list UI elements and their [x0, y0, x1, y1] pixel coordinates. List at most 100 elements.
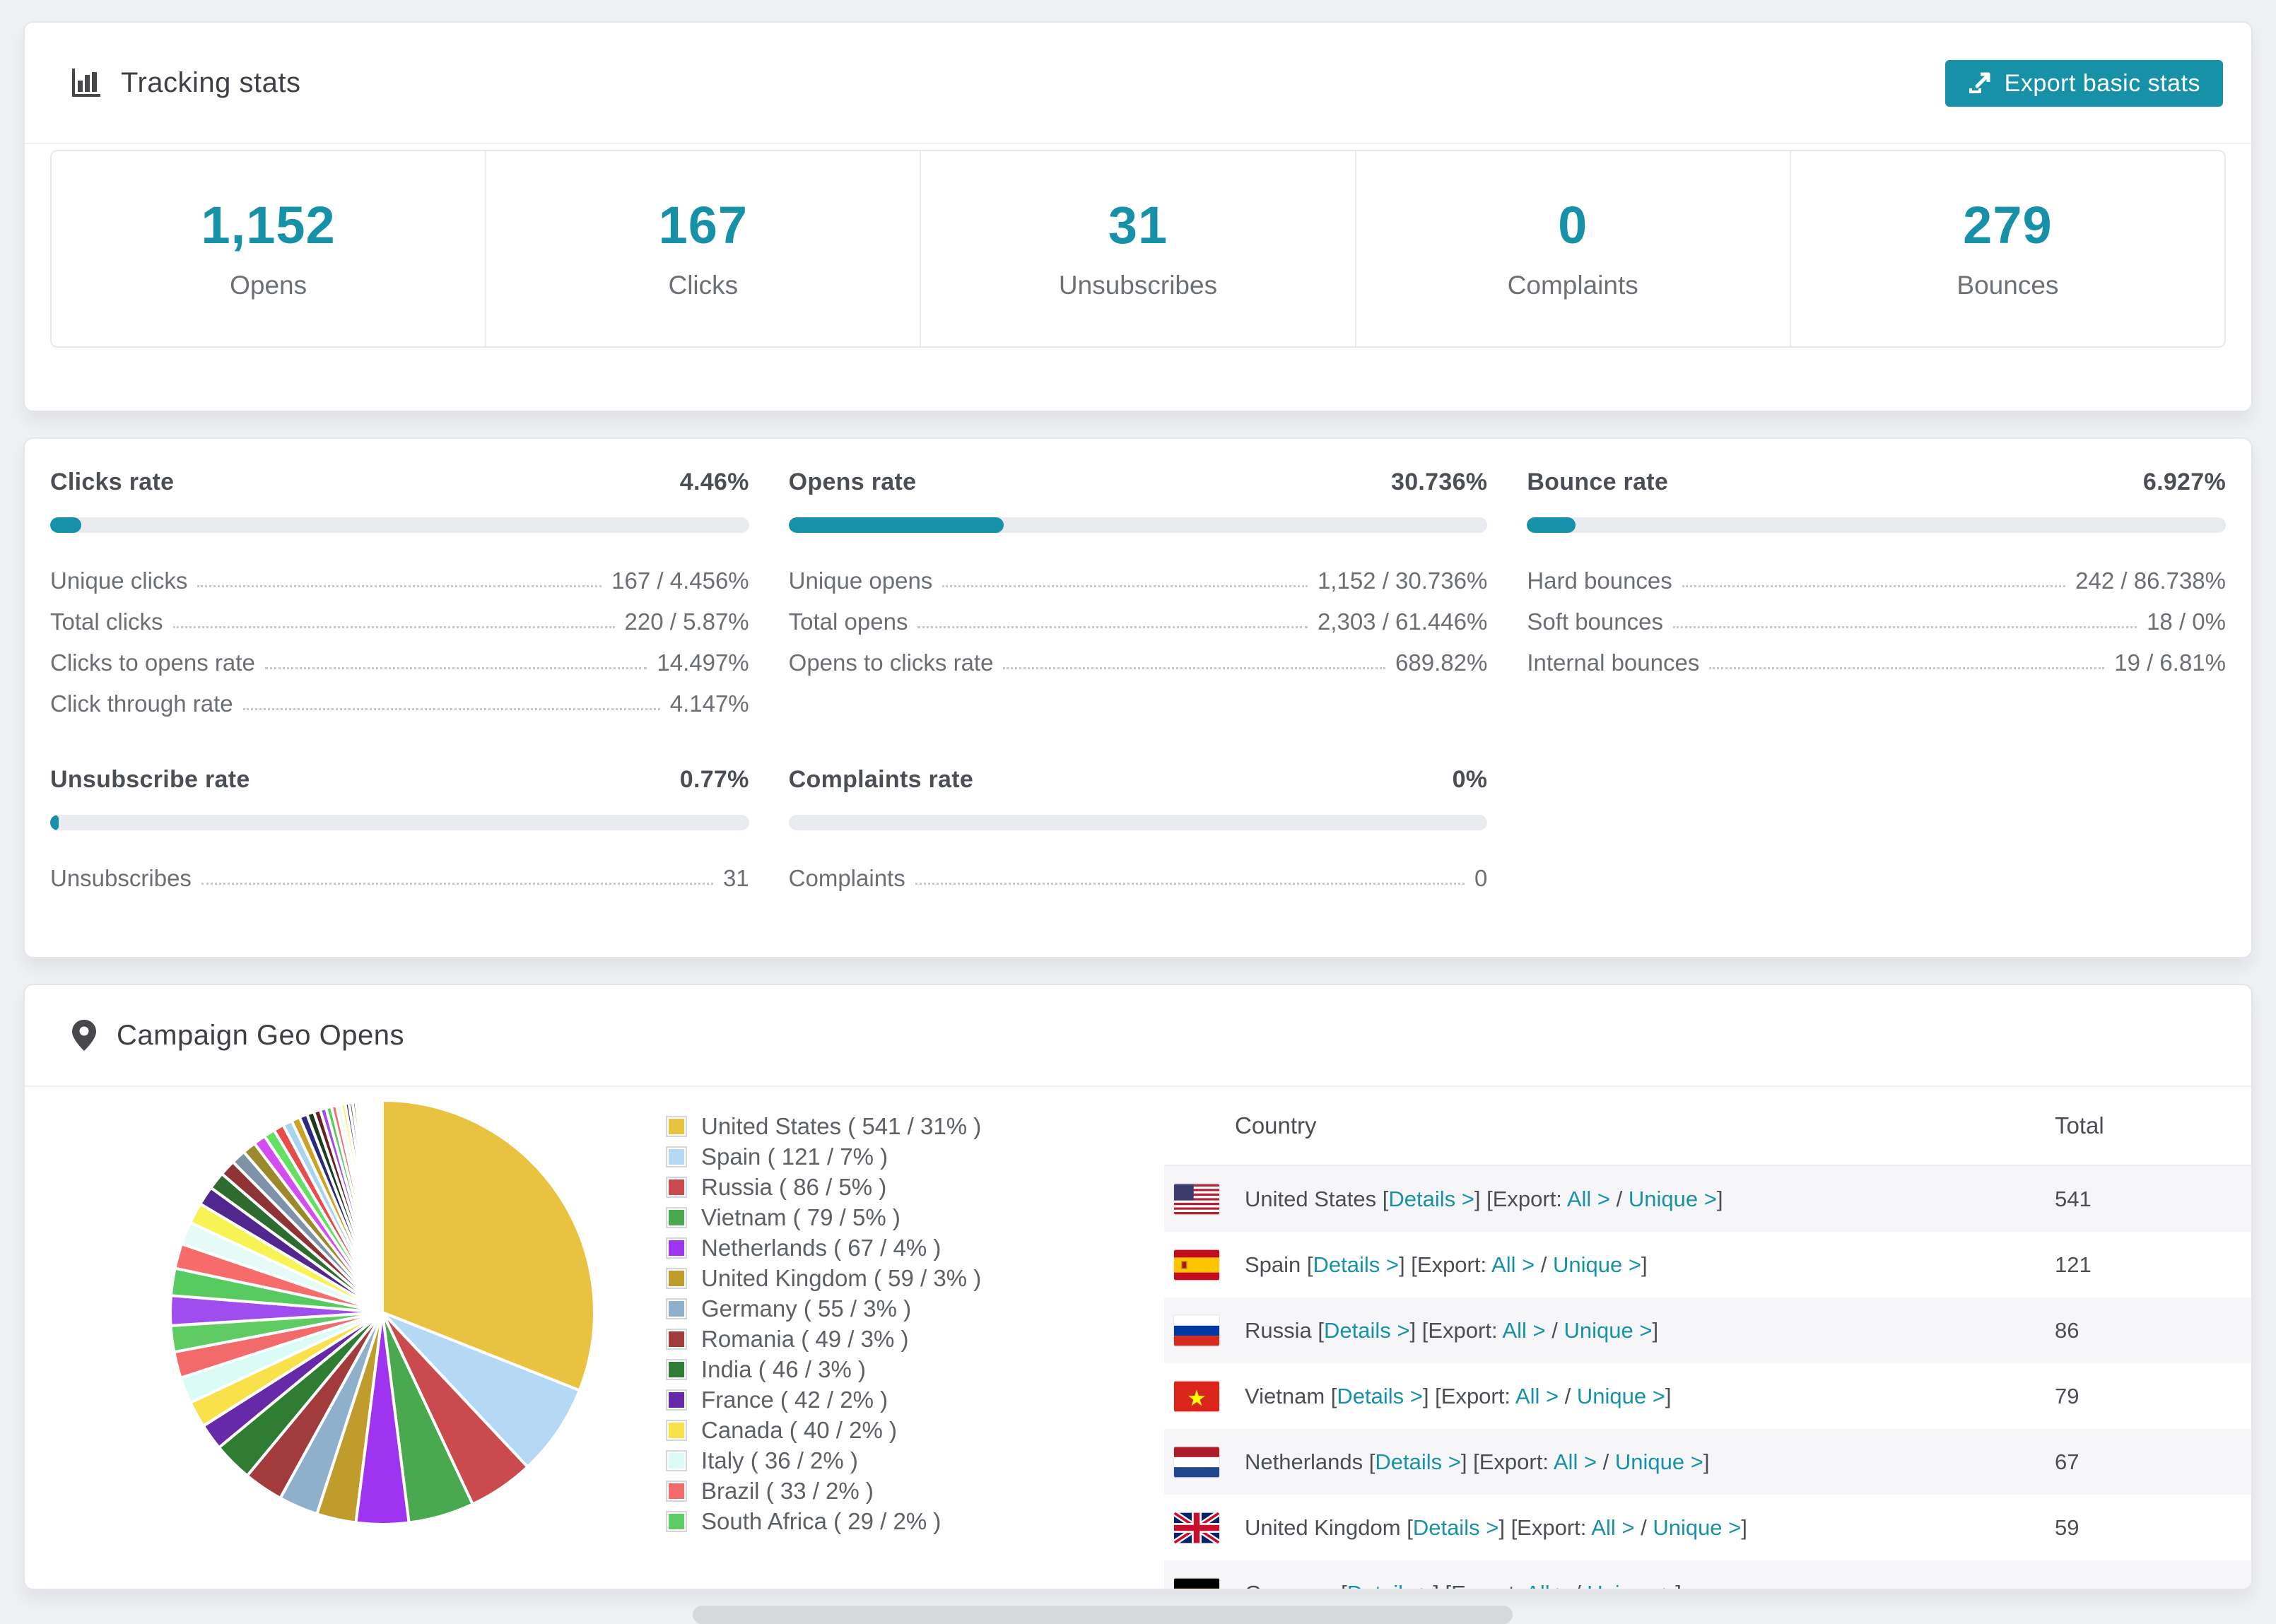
legend-swatch [666, 1358, 687, 1380]
export-unique-link[interactable]: Unique > [1653, 1515, 1741, 1540]
legend-label: India ( 46 / 3% ) [701, 1355, 866, 1382]
legend-item: United Kingdom ( 59 / 3% ) [666, 1263, 981, 1293]
dotted-leader [1682, 585, 2066, 587]
dotted-leader [172, 626, 615, 628]
table-row-es: Spain [Details >] [Export: All > / Uniqu… [1164, 1232, 2251, 1298]
export-all-link[interactable]: All > [1591, 1515, 1634, 1540]
export-unique-link[interactable]: Unique > [1564, 1318, 1653, 1343]
legend-label: Romania ( 49 / 3% ) [701, 1325, 909, 1352]
legend-label: Canada ( 40 / 2% ) [701, 1416, 897, 1443]
legend-swatch [666, 1267, 687, 1289]
dotted-leader [915, 883, 1465, 885]
geo-table-header: Country Total [1164, 1087, 2251, 1166]
legend-label: Vietnam ( 79 / 5% ) [701, 1204, 901, 1230]
details-link[interactable]: Details > [1375, 1449, 1460, 1474]
geo-title: Campaign Geo Opens [117, 1019, 405, 1051]
stat-box-complaints: 0 Complaints [1354, 151, 1790, 346]
flag-de-icon [1174, 1578, 1219, 1589]
rate-row-label: Soft bounces [1527, 608, 1663, 635]
rate-row: Complaints 0 [789, 850, 1488, 891]
details-link[interactable]: Details > [1324, 1318, 1409, 1343]
rate-row: Total opens 2,303 / 61.446% [789, 594, 1488, 635]
rate-row: Clicks to opens rate 14.497% [50, 635, 749, 676]
country-name: United Kingdom [1245, 1514, 1401, 1540]
country-name: Spain [1245, 1252, 1301, 1277]
rates-card: Clicks rate 4.46% Unique clicks 167 / 4.456… [23, 437, 2253, 958]
rate-row: Internal bounces 19 / 6.81% [1527, 635, 2226, 676]
legend-item: Russia ( 86 / 5% ) [666, 1172, 981, 1202]
total-value: 67 [2055, 1449, 2080, 1474]
details-link[interactable]: Details > [1313, 1252, 1399, 1277]
export-unique-link[interactable]: Unique > [1587, 1581, 1675, 1589]
export-all-link[interactable]: All > [1515, 1384, 1559, 1408]
stat-label: Bounces [1957, 271, 2059, 300]
map-pin-icon [70, 1018, 98, 1052]
legend-swatch [666, 1237, 687, 1259]
export-unique-link[interactable]: Unique > [1577, 1384, 1665, 1408]
details-link[interactable]: Details > [1388, 1187, 1474, 1211]
export-all-link[interactable]: All > [1491, 1252, 1535, 1277]
campaign-geo-opens-card: Campaign Geo Opens United States ( 541 /… [23, 984, 2253, 1590]
rate-progress-fill [50, 517, 82, 533]
legend-label: Italy ( 36 / 2% ) [701, 1447, 858, 1473]
dotted-leader [942, 585, 1308, 587]
rates-grid: Clicks rate 4.46% Unique clicks 167 / 4.456… [25, 439, 2251, 891]
export-basic-stats-button[interactable]: Export basic stats [1944, 60, 2223, 107]
table-row-uk: United Kingdom [Details >] [Export: All … [1164, 1495, 2251, 1560]
legend-item: Romania ( 49 / 3% ) [666, 1324, 981, 1354]
total-value: 79 [2055, 1383, 2080, 1408]
dotted-leader [197, 585, 602, 587]
rate-progress-fill [50, 815, 59, 830]
export-all-link[interactable]: All > [1502, 1318, 1545, 1343]
rate-row: Opens to clicks rate 689.82% [789, 635, 1488, 676]
export-all-link[interactable]: All > [1525, 1581, 1568, 1589]
stat-value: 31 [1108, 196, 1168, 254]
rate-progress-track [50, 815, 749, 830]
rate-row-value: 2,303 / 61.446% [1317, 608, 1488, 635]
legend-label: United States ( 541 / 31% ) [701, 1112, 982, 1139]
export-unique-link[interactable]: Unique > [1553, 1252, 1641, 1277]
table-row-de: Germany [Details >] [Export: All > / Uni… [1164, 1560, 2251, 1589]
rate-row-label: Unsubscribes [50, 864, 192, 891]
rate-title: Unsubscribe rate [50, 766, 250, 793]
legend-item: Spain ( 121 / 7% ) [666, 1141, 981, 1172]
rate-progress-track [788, 815, 1488, 830]
legend-swatch [666, 1419, 687, 1441]
country-name: Germany [1245, 1581, 1334, 1589]
bottom-partial-element [693, 1606, 1513, 1624]
flag-uk-icon [1174, 1512, 1219, 1543]
export-all-link[interactable]: All > [1554, 1449, 1597, 1474]
rate-row-value: 31 [722, 864, 749, 891]
export-unique-link[interactable]: Unique > [1615, 1449, 1703, 1474]
total-column-header: Total [2055, 1112, 2104, 1138]
tracking-stats-card: Tracking stats Export basic stats 1,152 O… [23, 21, 2253, 412]
dotted-leader [1003, 667, 1386, 669]
rate-row-value: 19 / 6.81% [2114, 649, 2226, 676]
export-all-link[interactable]: All > [1567, 1187, 1610, 1211]
stat-label: Unsubscribes [1058, 271, 1218, 300]
legend-item: Netherlands ( 67 / 4% ) [666, 1232, 981, 1263]
legend-item: France ( 42 / 2% ) [666, 1384, 981, 1415]
rate-progress-fill [788, 517, 1004, 533]
rate-percentage: 0% [1452, 766, 1488, 793]
details-link[interactable]: Details > [1347, 1581, 1433, 1589]
legend-swatch [666, 1176, 687, 1198]
rate-row: Unsubscribes 31 [50, 850, 749, 891]
legend-label: Russia ( 86 / 5% ) [701, 1173, 887, 1200]
legend-swatch [666, 1115, 687, 1137]
flag-nl-icon [1174, 1447, 1219, 1478]
details-link[interactable]: Details > [1337, 1384, 1422, 1408]
geo-pie-chart [166, 1096, 599, 1529]
table-row-nl: Netherlands [Details >] [Export: All > /… [1164, 1429, 2251, 1495]
legend-item: Brazil ( 33 / 2% ) [666, 1476, 981, 1506]
export-unique-link[interactable]: Unique > [1629, 1187, 1717, 1211]
flag-ru-icon [1174, 1315, 1219, 1346]
rate-block-unsubscribe: Unsubscribe rate 0.77% Unsubscribes 31 [50, 766, 749, 891]
legend-swatch [666, 1510, 687, 1532]
total-value: 541 [2055, 1186, 2092, 1211]
legend-label: Brazil ( 33 / 2% ) [701, 1477, 874, 1504]
table-row-ru: Russia [Details >] [Export: All > / Uniq… [1164, 1298, 2251, 1363]
legend-swatch [666, 1389, 687, 1411]
details-link[interactable]: Details > [1413, 1515, 1498, 1540]
rate-percentage: 0.77% [679, 766, 749, 793]
